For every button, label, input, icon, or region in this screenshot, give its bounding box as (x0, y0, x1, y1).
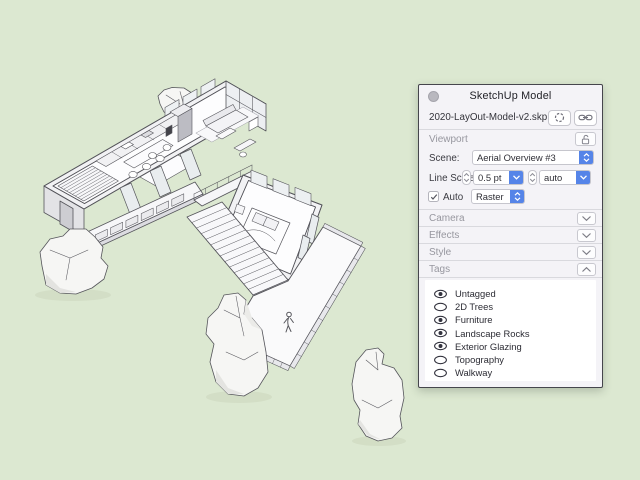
tag-row[interactable]: 2D Trees (433, 300, 596, 313)
eye-visibility-icon[interactable] (433, 328, 448, 338)
section-tags[interactable]: Tags (419, 261, 602, 278)
tag-row[interactable]: Walkway (433, 366, 596, 379)
auto-label: Auto (443, 192, 463, 203)
line-scale-row: Line Scale: 0.5 pt auto (419, 170, 602, 187)
file-row: 2020-LayOut-Model-v2.skp (419, 108, 602, 128)
tag-row[interactable]: Exterior Glazing (433, 340, 596, 353)
model-filename: 2020-LayOut-Model-v2.skp (429, 112, 547, 123)
panel-header: SketchUp Model (419, 85, 602, 108)
viewport-label: Viewport (429, 134, 468, 145)
eye-visibility-icon[interactable] (433, 315, 448, 325)
chevron-up-icon (581, 266, 592, 273)
line-scale-value-dropdown[interactable]: 0.5 pt (473, 170, 524, 185)
chain-link-icon (578, 112, 593, 123)
stepper-icon[interactable] (510, 190, 524, 203)
eye-visibility-icon[interactable] (433, 289, 448, 299)
section-effects[interactable]: Effects (419, 227, 602, 244)
scene-row: Scene: Aerial Overview #3 (419, 150, 602, 167)
scene-dropdown[interactable]: Aerial Overview #3 (472, 150, 594, 165)
divider (419, 129, 602, 130)
section-chevron-button[interactable] (577, 263, 596, 276)
tag-label: 2D Trees (455, 301, 493, 312)
line-scale-auto-stepper[interactable] (528, 170, 537, 185)
render-mode-dropdown[interactable]: Raster (471, 189, 525, 204)
chevron-down-icon[interactable] (576, 171, 590, 184)
tag-row[interactable]: Landscape Rocks (433, 327, 596, 340)
eye-visibility-icon[interactable] (433, 302, 448, 312)
scene-label: Scene: (429, 153, 460, 164)
eye-visibility-icon[interactable] (433, 368, 448, 378)
rock-southeast (352, 348, 404, 441)
sketchup-model-panel: SketchUp Model 2020-LayOut-Model-v2.skp (418, 84, 603, 388)
tag-row[interactable]: Topography (433, 353, 596, 366)
tag-label: Furniture (455, 314, 493, 325)
viewport-section-header: Viewport (419, 131, 602, 149)
section-camera[interactable]: Camera (419, 210, 602, 227)
tag-label: Topography (455, 354, 504, 365)
tag-row[interactable]: Furniture (433, 313, 596, 326)
tag-label: Untagged (455, 288, 496, 299)
chevron-down-icon[interactable] (509, 171, 523, 184)
eye-visibility-icon[interactable] (433, 355, 448, 365)
viewport-lock-button[interactable] (575, 132, 596, 146)
refresh-circle-icon (553, 111, 566, 124)
line-scale-stepper[interactable] (462, 170, 471, 185)
lock-open-icon (580, 134, 591, 145)
section-chevron-button[interactable] (577, 229, 596, 242)
chevron-down-icon (581, 249, 592, 256)
render-mode-row: Auto Raster (419, 189, 602, 206)
chevron-down-icon (581, 232, 592, 239)
layout-page: SketchUp Model 2020-LayOut-Model-v2.skp (0, 0, 640, 480)
section-chevron-button[interactable] (577, 246, 596, 259)
section-chevron-button[interactable] (577, 212, 596, 225)
checkmark-icon (430, 193, 438, 201)
stepper-icon[interactable] (579, 151, 593, 164)
line-scale-auto-dropdown[interactable]: auto (539, 170, 591, 185)
tag-label: Walkway (455, 367, 492, 378)
section-style[interactable]: Style (419, 244, 602, 261)
panel-title: SketchUp Model (419, 90, 602, 102)
tags-list: Untagged 2D Trees Furniture Landscape Ro… (425, 280, 596, 381)
tag-row[interactable]: Untagged (433, 287, 596, 300)
render-model-button[interactable] (548, 110, 571, 126)
auto-render-checkbox[interactable] (428, 191, 439, 202)
eye-visibility-icon[interactable] (433, 341, 448, 351)
chevron-down-icon (581, 215, 592, 222)
accordion-sections: Camera Effects Style Tags (419, 210, 602, 278)
tag-label: Landscape Rocks (455, 328, 530, 339)
link-file-button[interactable] (574, 110, 597, 126)
tag-label: Exterior Glazing (455, 341, 522, 352)
